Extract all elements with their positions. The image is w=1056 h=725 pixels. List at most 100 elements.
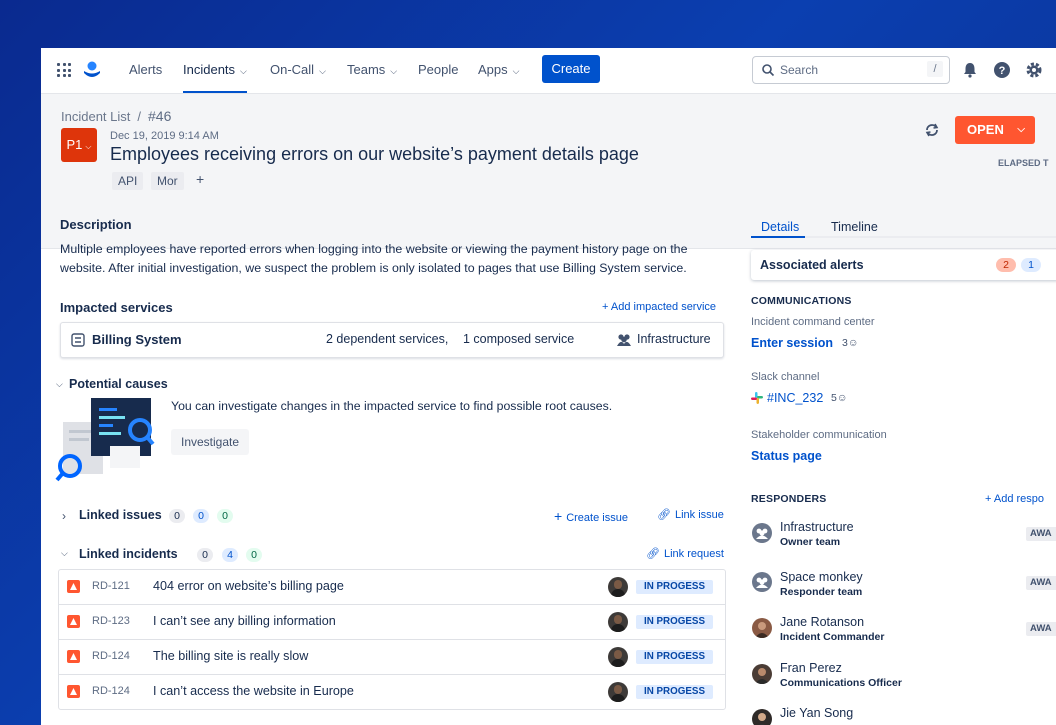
nav-alerts[interactable]: Alerts <box>129 48 162 93</box>
nav-incidents[interactable]: Incidents ⌵ <box>183 48 247 93</box>
nav-apps[interactable]: Apps ⌵ <box>478 48 519 93</box>
incident-key[interactable]: RD-124 <box>92 685 130 697</box>
person-avatar-icon <box>755 622 769 638</box>
refresh-icon[interactable] <box>923 121 941 139</box>
service-card-billing-system[interactable]: Billing System 2 dependent services, 1 c… <box>60 322 724 358</box>
team-icon <box>756 528 768 539</box>
plus-icon: + <box>554 508 563 524</box>
person-icon: ☺ <box>836 392 848 404</box>
responder-role: Incident Commander <box>780 631 885 643</box>
incident-key[interactable]: RD-124 <box>92 650 130 662</box>
create-button[interactable]: Create <box>542 55 600 83</box>
nav-incidents-label: Incidents <box>183 62 236 77</box>
avatar[interactable] <box>608 577 628 597</box>
app-switcher-icon[interactable] <box>57 63 71 77</box>
responder-name[interactable]: Jane Rotanson <box>780 615 864 629</box>
responder-name[interactable]: Jie Yan Song <box>780 706 853 720</box>
add-tag-button[interactable]: + <box>196 171 204 187</box>
app-window: Alerts Incidents ⌵ On-Call ⌵ Teams ⌵ People… <box>41 48 1056 725</box>
gear-icon[interactable] <box>1024 60 1044 80</box>
avatar[interactable] <box>752 523 772 543</box>
table-row[interactable]: RD-124 The billing site is really slow I… <box>59 640 725 675</box>
incident-icon <box>67 580 80 593</box>
responder-name[interactable]: Infrastructure <box>780 520 854 534</box>
table-row[interactable]: RD-124 I can’t access the website in Eur… <box>59 675 725 709</box>
linked-incidents-table: RD-121 404 error on website’s billing pa… <box>58 569 726 710</box>
status-badge[interactable]: IN PROGESS <box>636 650 713 664</box>
linked-incidents-count-progress: 4 <box>222 548 238 562</box>
incident-summary[interactable]: I can’t see any billing information <box>153 614 336 628</box>
avatar[interactable] <box>608 647 628 667</box>
chevron-down-icon[interactable]: ⌵ <box>56 379 63 390</box>
chevron-right-icon[interactable]: › <box>62 509 66 523</box>
status-badge[interactable]: IN PROGESS <box>636 580 713 594</box>
avatar[interactable] <box>608 682 628 702</box>
table-row[interactable]: RD-121 404 error on website’s billing pa… <box>59 570 725 605</box>
investigate-button[interactable]: Investigate <box>171 429 250 455</box>
product-logo-icon[interactable] <box>83 60 101 80</box>
status-badge[interactable]: IN PROGESS <box>636 615 713 629</box>
status-badge[interactable]: IN PROGESS <box>636 685 713 699</box>
add-responder-link[interactable]: + Add respo <box>985 493 1044 505</box>
top-navigation: Alerts Incidents ⌵ On-Call ⌵ Teams ⌵ People… <box>41 48 1056 94</box>
tag-mor[interactable]: Mor <box>151 172 184 190</box>
associated-alerts-card[interactable]: Associated alerts 2 1 <box>751 250 1056 280</box>
team-icon <box>617 334 631 346</box>
dependent-services-count[interactable]: 2 dependent services, <box>326 332 448 346</box>
svg-text:?: ? <box>999 65 1006 77</box>
avatar[interactable] <box>608 612 628 632</box>
breadcrumb-incident-list[interactable]: Incident List <box>61 109 130 124</box>
tag-api[interactable]: API <box>112 172 144 190</box>
description-heading: Description <box>60 217 132 232</box>
linked-incidents-count-todo: 0 <box>197 548 213 562</box>
enter-session-link[interactable]: Enter session <box>751 336 833 350</box>
incident-key[interactable]: RD-121 <box>92 580 130 592</box>
add-impacted-service-link[interactable]: + Add impacted service <box>602 301 716 313</box>
potential-causes-heading: Potential causes <box>69 377 168 391</box>
responder-status-badge: AWA <box>1026 622 1056 636</box>
tab-details[interactable]: Details <box>761 220 799 234</box>
breadcrumb-incident-id: #46 <box>148 108 172 124</box>
incident-date: Dec 19, 2019 9:14 AM <box>110 130 219 142</box>
person-avatar-icon <box>758 713 766 725</box>
incident-summary[interactable]: 404 error on website’s billing page <box>153 579 344 593</box>
avatar[interactable] <box>752 664 772 684</box>
chevron-down-icon[interactable]: ⌵ <box>61 548 68 559</box>
nav-people-label: People <box>418 62 459 77</box>
team-icon <box>756 577 768 588</box>
responder-name[interactable]: Space monkey <box>780 570 863 584</box>
linked-incidents-heading: Linked incidents <box>79 547 178 561</box>
link-request-link[interactable]: 🔗︎ Link request <box>646 547 724 560</box>
responders-heading: RESPONDERS <box>751 493 827 505</box>
composed-services-count[interactable]: 1 composed service <box>463 332 574 346</box>
service-name: Billing System <box>92 332 182 347</box>
incident-key[interactable]: RD-123 <box>92 615 130 627</box>
nav-on-call[interactable]: On-Call ⌵ <box>270 48 326 93</box>
link-icon: 🔗︎ <box>646 548 660 560</box>
status-open-button[interactable]: OPEN ⌵ <box>955 116 1035 144</box>
nav-apps-label: Apps <box>478 62 508 77</box>
create-issue-link[interactable]: + Create issue <box>554 508 628 524</box>
incident-summary[interactable]: I can’t access the website in Europe <box>153 684 354 698</box>
link-issue-link[interactable]: 🔗︎ Link issue <box>657 508 724 521</box>
help-icon[interactable]: ? <box>992 60 1012 80</box>
avatar[interactable] <box>752 572 772 592</box>
avatar[interactable] <box>752 618 772 638</box>
linked-issues-count-todo: 0 <box>169 509 185 523</box>
priority-dropdown[interactable]: P1 ⌵ <box>61 128 97 162</box>
nav-teams[interactable]: Teams ⌵ <box>347 48 397 93</box>
avatar[interactable] <box>752 709 772 725</box>
person-icon: ☺ <box>847 337 859 349</box>
incident-summary[interactable]: The billing site is really slow <box>153 649 308 663</box>
nav-people[interactable]: People <box>418 48 458 93</box>
slack-icon <box>751 392 763 404</box>
search-input[interactable]: Search / <box>752 56 950 84</box>
service-team[interactable]: Infrastructure <box>637 332 711 346</box>
slack-channel-link[interactable]: #INC_232 <box>767 391 823 405</box>
linked-incidents-count-done: 0 <box>246 548 262 562</box>
tab-timeline[interactable]: Timeline <box>831 220 878 234</box>
status-page-link[interactable]: Status page <box>751 449 822 463</box>
responder-name[interactable]: Fran Perez <box>780 661 842 675</box>
table-row[interactable]: RD-123 I can’t see any billing informati… <box>59 605 725 640</box>
bell-icon[interactable] <box>960 60 980 80</box>
